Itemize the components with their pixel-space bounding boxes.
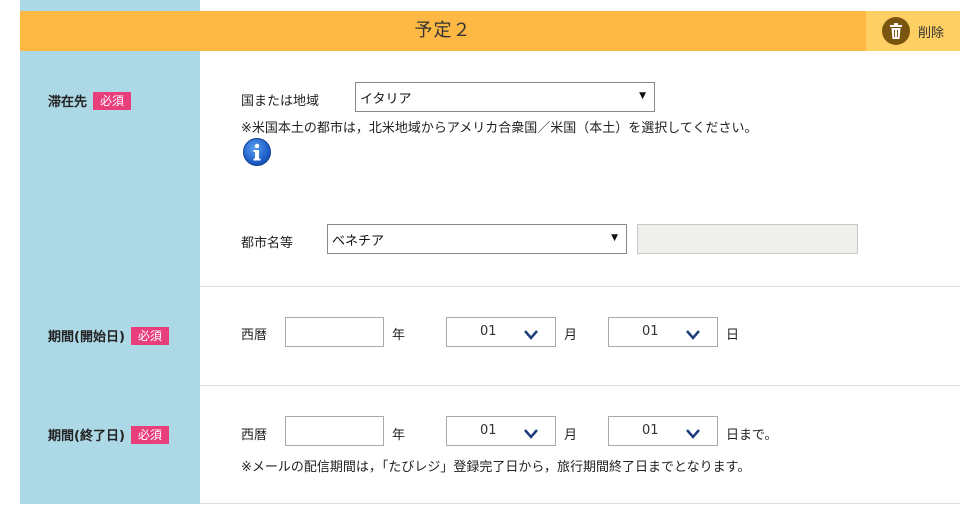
end-period-label-text: 期間(終了日) <box>48 429 125 444</box>
end-year-input[interactable] <box>285 416 384 446</box>
previous-row-label-stub <box>20 0 200 11</box>
end-day-unit: 日まで。 <box>726 428 778 443</box>
end-period-row: 期間(終了日) 必須 西暦 年 01 月 01 日まで。 ※メールの配信期間は，… <box>20 386 960 504</box>
required-badge: 必須 <box>93 91 132 110</box>
dropdown-arrow-icon: ▼ <box>611 233 618 243</box>
start-day-select[interactable]: 01 <box>608 317 718 347</box>
info-icon[interactable] <box>243 138 271 166</box>
required-badge: 必須 <box>130 425 169 444</box>
chevron-down-icon <box>523 326 539 345</box>
delete-button[interactable]: 削除 <box>866 11 960 51</box>
end-month-select[interactable]: 01 <box>446 416 556 446</box>
end-period-note: ※メールの配信期間は，「たびレジ」登録完了日から，旅行期間終了日までとなります。 <box>241 460 751 475</box>
trash-icon <box>881 17 910 45</box>
destination-row: 滞在先 必須 国または地域 イタリア ▼ ※米国本土の都市は，北米地域からアメリ… <box>20 51 960 287</box>
start-period-label-text: 期間(開始日) <box>48 330 125 345</box>
city-label: 都市名等 <box>241 236 294 251</box>
end-month-value: 01 <box>480 423 497 438</box>
end-period-label-cell: 期間(終了日) 必須 <box>20 386 200 504</box>
start-day-value: 01 <box>642 324 659 339</box>
start-year-unit: 年 <box>392 328 406 343</box>
delete-label: 削除 <box>917 25 944 41</box>
end-year-unit: 年 <box>392 428 406 443</box>
start-year-input[interactable] <box>285 317 384 347</box>
destination-label-cell: 滞在先 必須 <box>20 51 200 287</box>
end-day-value: 01 <box>642 423 659 438</box>
required-badge: 必須 <box>130 326 169 345</box>
start-month-value: 01 <box>480 324 497 339</box>
section-title: 予定２ <box>414 20 472 41</box>
start-era-label: 西暦 <box>241 328 268 343</box>
destination-label-text: 滞在先 <box>48 95 88 110</box>
end-period-label: 期間(終了日) 必須 <box>48 425 169 444</box>
country-label: 国または地域 <box>241 94 320 109</box>
start-period-row: 期間(開始日) 必須 西暦 年 01 月 01 日 <box>20 287 960 386</box>
start-month-select[interactable]: 01 <box>446 317 556 347</box>
end-era-label: 西暦 <box>241 428 268 443</box>
end-day-select[interactable]: 01 <box>608 416 718 446</box>
chevron-down-icon <box>685 326 701 345</box>
start-period-label: 期間(開始日) 必須 <box>48 326 169 345</box>
country-select-value: イタリア <box>360 91 412 107</box>
chevron-down-icon <box>523 425 539 444</box>
chevron-down-icon <box>685 425 701 444</box>
country-note: ※米国本土の都市は，北米地域からアメリカ合衆国／米国（本土）を選択してください。 <box>241 121 758 136</box>
destination-label: 滞在先 必須 <box>48 91 132 110</box>
city-select[interactable]: ベネチア ▼ <box>327 224 627 254</box>
trip-plan-form: 予定２ 削除 滞在先 必須 国または地域 イタリア ▼ ※米国本土の都市は，北米… <box>0 0 971 512</box>
end-month-unit: 月 <box>564 428 578 443</box>
city-select-value: ベネチア <box>332 233 385 249</box>
city-other-input[interactable] <box>637 224 858 254</box>
dropdown-arrow-icon: ▼ <box>639 91 646 101</box>
start-day-unit: 日 <box>726 328 740 343</box>
row-divider <box>200 503 960 504</box>
country-select[interactable]: イタリア ▼ <box>355 82 655 112</box>
start-month-unit: 月 <box>564 328 578 343</box>
section-header: 予定２ 削除 <box>20 11 960 51</box>
start-period-label-cell: 期間(開始日) 必須 <box>20 287 200 386</box>
